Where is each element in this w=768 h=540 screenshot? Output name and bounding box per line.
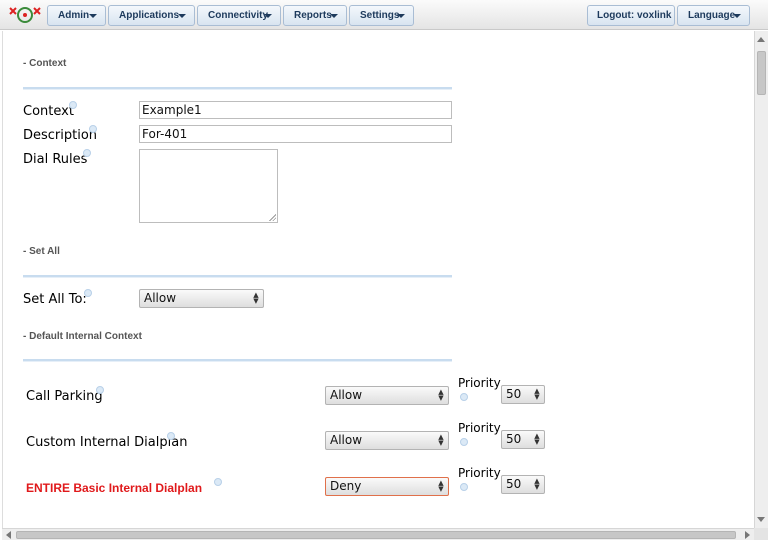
- voxlink-logo-icon[interactable]: [6, 4, 44, 26]
- context-input[interactable]: Example1: [139, 101, 452, 119]
- priority-value: 50: [506, 477, 522, 491]
- help-icon[interactable]: [460, 438, 468, 446]
- top-nav-bar: Admin Applications Connectivity Reports …: [0, 0, 768, 30]
- rule-label-custom-internal-dialplan: Custom Internal Dialplan: [26, 435, 188, 450]
- menu-applications[interactable]: Applications: [108, 5, 195, 26]
- rule-select-entire-basic-internal-dialplan[interactable]: Deny ▲ ▼: [325, 477, 449, 496]
- section-divider: [23, 359, 452, 362]
- section-divider: [23, 275, 452, 278]
- dial-rules-textarea[interactable]: [139, 149, 278, 223]
- menu-reports[interactable]: Reports: [283, 5, 347, 26]
- rule-select-call-parking[interactable]: Allow ▲ ▼: [325, 386, 449, 405]
- help-icon[interactable]: [89, 125, 97, 133]
- scrollbar-corner: [754, 528, 768, 540]
- help-icon[interactable]: [167, 432, 175, 440]
- priority-label: Priority: [458, 376, 501, 390]
- priority-select-custom-internal-dialplan[interactable]: 50 ▲ ▼: [501, 430, 545, 449]
- priority-label: Priority: [458, 466, 501, 480]
- priority-value: 50: [506, 387, 522, 401]
- dial-rules-label: Dial Rules: [23, 152, 88, 167]
- vertical-scrollbar-thumb[interactable]: [757, 51, 766, 95]
- scroll-up-icon[interactable]: [757, 37, 765, 42]
- chevron-down-icon: [89, 14, 97, 18]
- section-title-context: - Context: [23, 58, 67, 69]
- chevron-down-icon: [178, 14, 186, 18]
- select-arrows-icon: ▲ ▼: [438, 388, 444, 402]
- vertical-scrollbar[interactable]: [754, 31, 768, 528]
- menu-settings[interactable]: Settings: [349, 5, 414, 26]
- menu-connectivity[interactable]: Connectivity: [197, 5, 281, 26]
- menu-reports-label: Reports: [294, 10, 332, 21]
- priority-select-call-parking[interactable]: 50 ▲ ▼: [501, 385, 545, 404]
- chevron-down-icon: [733, 14, 741, 18]
- rule-label-entire-basic-internal-dialplan: ENTIRE Basic Internal Dialplan: [26, 481, 203, 495]
- chevron-down-icon: [264, 14, 272, 18]
- priority-label: Priority: [458, 421, 501, 435]
- context-label: Context: [23, 104, 74, 119]
- chevron-down-icon: [330, 14, 338, 18]
- help-icon[interactable]: [69, 101, 77, 109]
- priority-select-entire-basic-internal-dialplan[interactable]: 50 ▲ ▼: [501, 475, 545, 494]
- priority-value: 50: [506, 432, 522, 446]
- logout-label: Logout: voxlink: [597, 10, 672, 21]
- menu-admin[interactable]: Admin: [47, 5, 106, 26]
- description-input[interactable]: For-401: [139, 125, 452, 143]
- description-label: Description: [23, 128, 98, 143]
- section-title-default-internal: - Default Internal Context: [23, 331, 142, 342]
- rule-select-custom-internal-dialplan[interactable]: Allow ▲ ▼: [325, 431, 449, 450]
- menu-settings-label: Settings: [360, 10, 400, 21]
- scroll-left-icon[interactable]: [6, 531, 11, 539]
- help-icon[interactable]: [84, 289, 92, 297]
- chevron-down-icon: [397, 14, 405, 18]
- set-all-label: Set All To:: [23, 292, 87, 307]
- help-icon[interactable]: [460, 483, 468, 491]
- rule-select-value: Allow: [330, 433, 363, 447]
- set-all-select[interactable]: Allow ▲ ▼: [139, 289, 264, 308]
- help-icon[interactable]: [214, 478, 222, 486]
- horizontal-scrollbar-thumb[interactable]: [16, 531, 736, 539]
- menu-connectivity-label: Connectivity: [208, 10, 269, 21]
- resize-grip-icon[interactable]: [269, 214, 276, 221]
- help-icon[interactable]: [96, 386, 104, 394]
- horizontal-scrollbar[interactable]: [2, 528, 754, 540]
- menu-language-label: Language: [688, 10, 736, 21]
- select-arrows-icon: ▲ ▼: [534, 477, 540, 491]
- rule-label-call-parking: Call Parking: [26, 389, 103, 404]
- section-title-set-all: - Set All: [23, 246, 60, 257]
- help-icon[interactable]: [83, 149, 91, 157]
- logout-button[interactable]: Logout: voxlink: [587, 5, 675, 26]
- menu-applications-label: Applications: [119, 10, 180, 21]
- scroll-down-icon[interactable]: [757, 517, 765, 522]
- select-arrows-icon: ▲ ▼: [534, 387, 540, 401]
- help-icon[interactable]: [460, 393, 468, 401]
- menu-admin-label: Admin: [58, 10, 90, 21]
- section-divider: [23, 87, 452, 90]
- select-arrows-icon: ▲ ▼: [253, 291, 259, 305]
- set-all-select-value: Allow: [144, 291, 177, 305]
- select-arrows-icon: ▲ ▼: [534, 432, 540, 446]
- rule-select-value: Allow: [330, 388, 363, 402]
- menu-language[interactable]: Language: [677, 5, 750, 26]
- scroll-right-icon[interactable]: [745, 531, 750, 539]
- select-arrows-icon: ▲ ▼: [438, 479, 444, 493]
- rule-select-value: Deny: [330, 479, 362, 493]
- select-arrows-icon: ▲ ▼: [438, 433, 444, 447]
